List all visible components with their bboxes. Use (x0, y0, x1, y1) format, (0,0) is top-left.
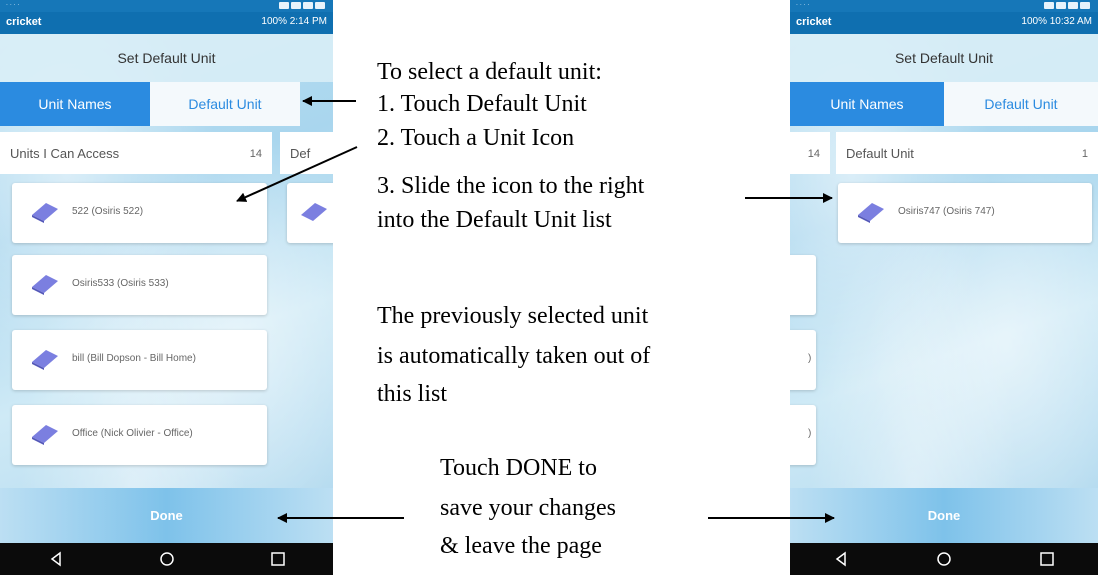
arrow-to-unit-icon (236, 146, 358, 202)
annotation-arrows (236, 96, 835, 523)
